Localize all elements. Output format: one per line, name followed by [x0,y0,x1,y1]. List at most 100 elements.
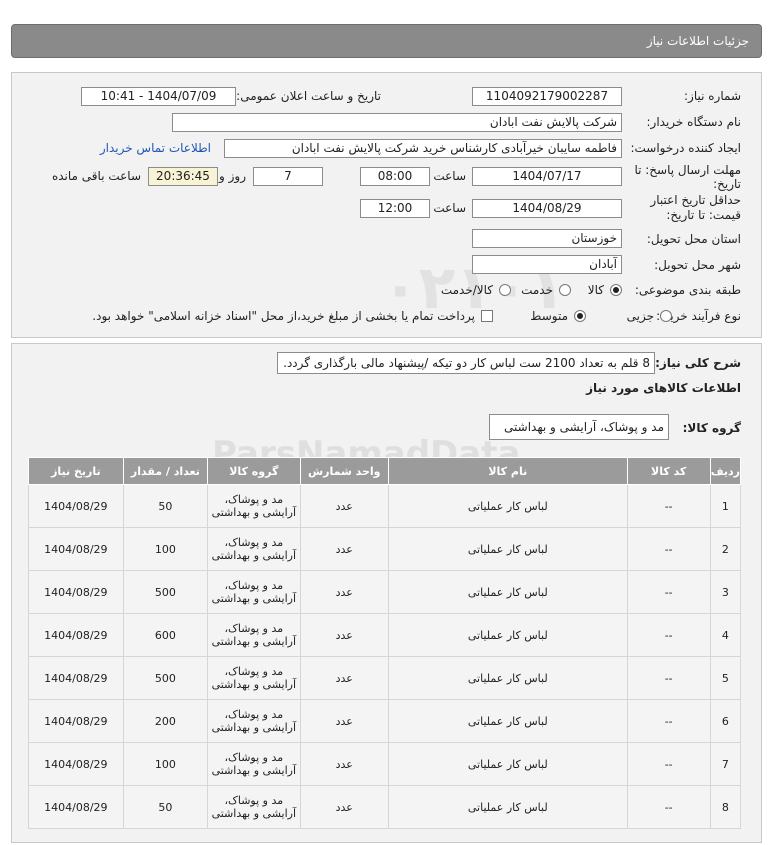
row-name: لباس کار عملیاتی [387,785,628,829]
category-radio-both[interactable] [499,284,511,296]
need-number-field[interactable]: 1104092179002287 [472,87,622,106]
row-qty: 50 [122,484,209,528]
buyer-field[interactable]: شرکت پالایش نفت ابادان [172,113,622,132]
row-name: لباس کار عملیاتی [387,742,628,786]
row-qty: 500 [122,570,209,614]
creator-field[interactable]: فاطمه سایبان خیرآبادی کارشناس خرید شرکت … [224,139,622,158]
need-number-label: شماره نیاز: [684,89,741,103]
row-index: 7 [709,742,742,786]
province-label: استان محل تحویل: [646,232,741,246]
announce-field[interactable]: 1404/07/09 - 10:41 [81,87,236,106]
process-radio-minor[interactable] [660,310,672,322]
row-date: 1404/08/29 [28,484,124,528]
category-option-both: کالا/خدمت [440,283,493,297]
category-radio-service[interactable] [559,284,571,296]
validity-time-label: ساعت [433,201,466,215]
col-date-header: تاریخ نیاز [28,457,124,485]
row-unit: عدد [299,484,389,528]
row-index: 5 [709,656,742,700]
goods-group-field[interactable]: مد و پوشاک، آرایشی و بهداشتی [489,414,669,440]
row-qty: 200 [122,699,209,743]
row-code: -- [626,484,711,528]
row-code: -- [626,570,711,614]
col-qty-header: تعداد / مقدار [122,457,209,485]
col-code-header: کد کالا [626,457,711,485]
row-date: 1404/08/29 [28,785,124,829]
row-code: -- [626,699,711,743]
buyer-label: نام دستگاه خریدار: [646,115,742,129]
deadline-time-label: ساعت [433,169,466,183]
buyer-contact-link[interactable]: اطلاعات تماس خریدار [100,141,211,155]
row-qty: 100 [122,527,209,571]
description-field[interactable]: 8 قلم به تعداد 2100 ست لباس کار دو تیکه … [277,352,655,374]
deadline-time-field[interactable]: 08:00 [360,167,430,186]
row-index: 3 [709,570,742,614]
category-option-service: خدمت [521,283,553,297]
city-label: شهر محل تحویل: [654,258,741,272]
row-name: لباس کار عملیاتی [387,484,628,528]
row-group: مد و پوشاک، آرایشی و بهداشتی [207,570,301,614]
row-name: لباس کار عملیاتی [387,613,628,657]
row-code: -- [626,785,711,829]
creator-label: ایجاد کننده درخواست: [630,141,741,155]
col-name-header: نام کالا [387,457,628,485]
row-unit: عدد [299,570,389,614]
row-group: مد و پوشاک، آرایشی و بهداشتی [207,785,301,829]
row-unit: عدد [299,785,389,829]
goods-info-title: اطلاعات کالاهای مورد نیاز [586,381,741,395]
row-unit: عدد [299,742,389,786]
row-date: 1404/08/29 [28,742,124,786]
table-row[interactable]: 8 -- لباس کار عملیاتی عدد مد و پوشاک، آر… [28,785,742,829]
remaining-label: ساعت باقی مانده [51,169,141,183]
deadline-date-field[interactable]: 1404/07/17 [472,167,622,186]
province-field[interactable]: خوزستان [472,229,622,248]
row-qty: 600 [122,613,209,657]
table-row[interactable]: 5 -- لباس کار عملیاتی عدد مد و پوشاک، آر… [28,656,742,700]
validity-time-field[interactable]: 12:00 [360,199,430,218]
row-code: -- [626,527,711,571]
row-group: مد و پوشاک، آرایشی و بهداشتی [207,656,301,700]
row-group: مد و پوشاک، آرایشی و بهداشتی [207,527,301,571]
announce-label: تاریخ و ساعت اعلان عمومی: [236,89,381,103]
row-unit: عدد [299,656,389,700]
row-group: مد و پوشاک، آرایشی و بهداشتی [207,699,301,743]
row-code: -- [626,742,711,786]
table-row[interactable]: 3 -- لباس کار عملیاتی عدد مد و پوشاک، آر… [28,570,742,614]
row-unit: عدد [299,527,389,571]
days-field[interactable]: 7 [253,167,323,186]
table-header-row: ردیف کد کالا نام کالا واحد شمارش گروه کا… [28,457,742,485]
table-row[interactable]: 1 -- لباس کار عملیاتی عدد مد و پوشاک، آر… [28,484,742,528]
row-index: 8 [709,785,742,829]
table-row[interactable]: 7 -- لباس کار عملیاتی عدد مد و پوشاک، آر… [28,742,742,786]
row-index: 6 [709,699,742,743]
process-option-medium: متوسط [530,309,568,323]
row-unit: عدد [299,613,389,657]
row-name: لباس کار عملیاتی [387,527,628,571]
description-label: شرح کلی نیاز: [655,356,741,370]
row-group: مد و پوشاک، آرایشی و بهداشتی [207,484,301,528]
validity-date-field[interactable]: 1404/08/29 [472,199,622,218]
row-unit: عدد [299,699,389,743]
table-row[interactable]: 2 -- لباس کار عملیاتی عدد مد و پوشاک، آر… [28,527,742,571]
row-qty: 100 [122,742,209,786]
table-row[interactable]: 4 -- لباس کار عملیاتی عدد مد و پوشاک، آر… [28,613,742,657]
row-date: 1404/08/29 [28,699,124,743]
deadline-label: مهلت ارسال پاسخ: تا [634,163,741,177]
remaining-time-field: 20:36:45 [148,167,218,186]
row-code: -- [626,656,711,700]
row-name: لباس کار عملیاتی [387,656,628,700]
table-row[interactable]: 6 -- لباس کار عملیاتی عدد مد و پوشاک، آر… [28,699,742,743]
category-option-goods: کالا [587,283,604,297]
treasury-payment-checkbox[interactable] [481,310,493,322]
row-name: لباس کار عملیاتی [387,570,628,614]
row-date: 1404/08/29 [28,527,124,571]
row-qty: 500 [122,656,209,700]
category-radio-goods[interactable] [610,284,622,296]
treasury-payment-note: پرداخت تمام یا بخشی از مبلغ خرید،از محل … [92,309,475,323]
validity-label: حداقل تاریخ اعتبار [650,193,741,207]
city-field[interactable]: آبادان [472,255,622,274]
col-unit-header: واحد شمارش [299,457,389,485]
process-radio-medium[interactable] [574,310,586,322]
days-label: روز و [219,169,246,183]
row-date: 1404/08/29 [28,570,124,614]
